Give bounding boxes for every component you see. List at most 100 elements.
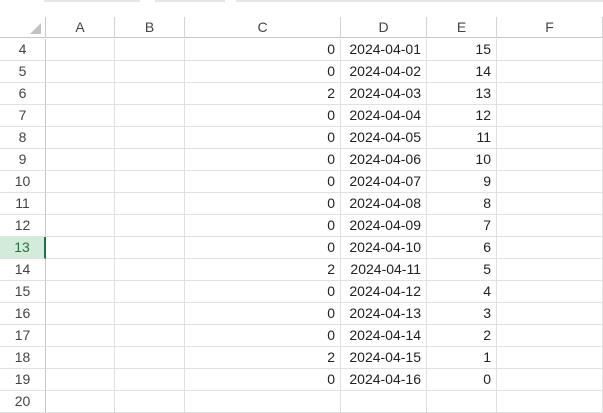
column-header-c[interactable]: C bbox=[185, 17, 341, 38]
cell-d8[interactable]: 2024-04-05 bbox=[341, 127, 427, 149]
cell-a7[interactable] bbox=[46, 105, 115, 127]
cell-f19[interactable] bbox=[497, 369, 603, 391]
row-header-4[interactable]: 4 bbox=[0, 39, 46, 61]
cell-d17[interactable]: 2024-04-14 bbox=[341, 325, 427, 347]
cell-f8[interactable] bbox=[497, 127, 603, 149]
row-header-15[interactable]: 15 bbox=[0, 281, 46, 303]
cell-d15[interactable]: 2024-04-12 bbox=[341, 281, 427, 303]
cell-a20[interactable] bbox=[46, 391, 115, 413]
cell-b7[interactable] bbox=[115, 105, 185, 127]
row-header-8[interactable]: 8 bbox=[0, 127, 46, 149]
cell-b6[interactable] bbox=[115, 83, 185, 105]
cell-a8[interactable] bbox=[46, 127, 115, 149]
row-header-18[interactable]: 18 bbox=[0, 347, 46, 369]
cell-a19[interactable] bbox=[46, 369, 115, 391]
cell-b11[interactable] bbox=[115, 193, 185, 215]
cell-e8[interactable]: 11 bbox=[427, 127, 497, 149]
cell-e4[interactable]: 15 bbox=[427, 39, 497, 61]
cell-b18[interactable] bbox=[115, 347, 185, 369]
row-header-12[interactable]: 12 bbox=[0, 215, 46, 237]
cell-b12[interactable] bbox=[115, 215, 185, 237]
cell-b17[interactable] bbox=[115, 325, 185, 347]
cell-c7[interactable]: 0 bbox=[185, 105, 341, 127]
cell-a5[interactable] bbox=[46, 61, 115, 83]
cell-c10[interactable]: 0 bbox=[185, 171, 341, 193]
cell-c15[interactable]: 0 bbox=[185, 281, 341, 303]
cell-c20[interactable] bbox=[185, 391, 341, 413]
cell-f17[interactable] bbox=[497, 325, 603, 347]
cell-f16[interactable] bbox=[497, 303, 603, 325]
cell-b4[interactable] bbox=[115, 39, 185, 61]
cell-a6[interactable] bbox=[46, 83, 115, 105]
cell-e19[interactable]: 0 bbox=[427, 369, 497, 391]
cell-c17[interactable]: 0 bbox=[185, 325, 341, 347]
cell-f13[interactable] bbox=[497, 237, 603, 259]
cell-d7[interactable]: 2024-04-04 bbox=[341, 105, 427, 127]
row-header-19[interactable]: 19 bbox=[0, 369, 46, 391]
row-header-17[interactable]: 17 bbox=[0, 325, 46, 347]
row-header-20[interactable]: 20 bbox=[0, 391, 46, 413]
cell-a14[interactable] bbox=[46, 259, 115, 281]
cell-f5[interactable] bbox=[497, 61, 603, 83]
cell-e10[interactable]: 9 bbox=[427, 171, 497, 193]
cell-e16[interactable]: 3 bbox=[427, 303, 497, 325]
cell-d18[interactable]: 2024-04-15 bbox=[341, 347, 427, 369]
cell-b19[interactable] bbox=[115, 369, 185, 391]
cell-e12[interactable]: 7 bbox=[427, 215, 497, 237]
cell-b20[interactable] bbox=[115, 391, 185, 413]
cell-c9[interactable]: 0 bbox=[185, 149, 341, 171]
cell-e11[interactable]: 8 bbox=[427, 193, 497, 215]
cell-f14[interactable] bbox=[497, 259, 603, 281]
cell-b8[interactable] bbox=[115, 127, 185, 149]
cell-e13[interactable]: 6 bbox=[427, 237, 497, 259]
cell-a12[interactable] bbox=[46, 215, 115, 237]
cell-a15[interactable] bbox=[46, 281, 115, 303]
cell-c13[interactable]: 0 bbox=[185, 237, 341, 259]
cell-c19[interactable]: 0 bbox=[185, 369, 341, 391]
cell-f20[interactable] bbox=[497, 391, 603, 413]
column-header-f[interactable]: F bbox=[497, 17, 603, 38]
row-header-10[interactable]: 10 bbox=[0, 171, 46, 193]
cell-f7[interactable] bbox=[497, 105, 603, 127]
column-header-a[interactable]: A bbox=[46, 17, 115, 38]
cell-a18[interactable] bbox=[46, 347, 115, 369]
cell-c11[interactable]: 0 bbox=[185, 193, 341, 215]
cell-d6[interactable]: 2024-04-03 bbox=[341, 83, 427, 105]
cell-d11[interactable]: 2024-04-08 bbox=[341, 193, 427, 215]
cell-a10[interactable] bbox=[46, 171, 115, 193]
row-header-13[interactable]: 13 bbox=[0, 237, 46, 259]
cell-c5[interactable]: 0 bbox=[185, 61, 341, 83]
column-header-d[interactable]: D bbox=[341, 17, 427, 38]
cell-d16[interactable]: 2024-04-13 bbox=[341, 303, 427, 325]
cell-b5[interactable] bbox=[115, 61, 185, 83]
cell-e7[interactable]: 12 bbox=[427, 105, 497, 127]
row-header-11[interactable]: 11 bbox=[0, 193, 46, 215]
cell-b10[interactable] bbox=[115, 171, 185, 193]
cell-e15[interactable]: 4 bbox=[427, 281, 497, 303]
cell-d19[interactable]: 2024-04-16 bbox=[341, 369, 427, 391]
cell-c12[interactable]: 0 bbox=[185, 215, 341, 237]
cell-d9[interactable]: 2024-04-06 bbox=[341, 149, 427, 171]
cell-d14[interactable]: 2024-04-11 bbox=[341, 259, 427, 281]
cell-d10[interactable]: 2024-04-07 bbox=[341, 171, 427, 193]
cell-d12[interactable]: 2024-04-09 bbox=[341, 215, 427, 237]
cell-d20[interactable] bbox=[341, 391, 427, 413]
select-all-corner[interactable] bbox=[0, 17, 46, 38]
cell-b15[interactable] bbox=[115, 281, 185, 303]
cell-b9[interactable] bbox=[115, 149, 185, 171]
cell-c14[interactable]: 2 bbox=[185, 259, 341, 281]
cell-d4[interactable]: 2024-04-01 bbox=[341, 39, 427, 61]
cell-b16[interactable] bbox=[115, 303, 185, 325]
cell-f9[interactable] bbox=[497, 149, 603, 171]
cell-b14[interactable] bbox=[115, 259, 185, 281]
cell-a9[interactable] bbox=[46, 149, 115, 171]
cell-e17[interactable]: 2 bbox=[427, 325, 497, 347]
cell-d5[interactable]: 2024-04-02 bbox=[341, 61, 427, 83]
cell-c16[interactable]: 0 bbox=[185, 303, 341, 325]
column-header-e[interactable]: E bbox=[427, 17, 497, 38]
cell-e6[interactable]: 13 bbox=[427, 83, 497, 105]
cell-a16[interactable] bbox=[46, 303, 115, 325]
cell-f10[interactable] bbox=[497, 171, 603, 193]
cell-f12[interactable] bbox=[497, 215, 603, 237]
row-header-14[interactable]: 14 bbox=[0, 259, 46, 281]
